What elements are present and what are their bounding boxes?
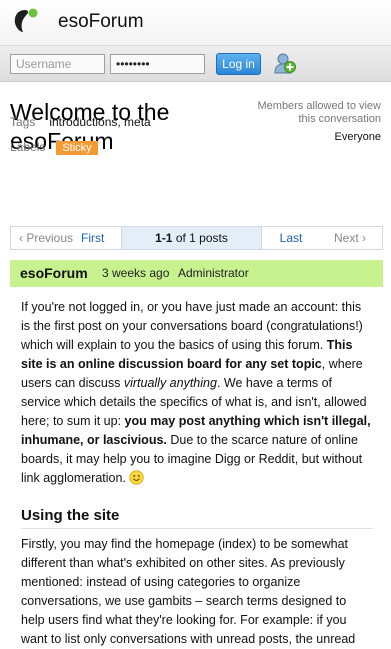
post-header: esoForum 3 weeks ago Administrator (10, 260, 383, 287)
post-paragraph: If you're not logged in, or you have jus… (21, 300, 371, 485)
password-input[interactable] (110, 54, 205, 74)
post-body: If you're not logged in, or you have jus… (21, 298, 373, 649)
members-allowed-label: Members allowed to view this conversatio… (257, 100, 382, 125)
pagination: ‹ Previous First 1-1 of 1 posts Last Nex… (10, 226, 383, 250)
login-button[interactable]: Log in (216, 53, 261, 75)
esoforum-logo-icon[interactable] (11, 6, 41, 36)
next-page-link[interactable]: Next › (320, 227, 380, 249)
tags-label: Tags (10, 115, 36, 129)
site-header: esoForum (0, 0, 391, 46)
last-page-link[interactable]: Last (262, 227, 320, 249)
previous-page-link[interactable]: ‹ Previous (11, 227, 81, 249)
first-page-link[interactable]: First (81, 227, 121, 249)
labels-row: Labels Sticky (10, 140, 98, 155)
site-title[interactable]: esoForum (58, 11, 144, 33)
post-paragraph: Firstly, you may find the homepage (inde… (21, 537, 356, 646)
post-time[interactable]: 3 weeks ago (102, 260, 169, 287)
post-author-role: Administrator (178, 266, 249, 280)
post-author[interactable]: esoForum (20, 260, 88, 287)
members-allowed-value[interactable]: Everyone (335, 131, 381, 143)
login-bar: Log in (0, 46, 391, 82)
labels-label: Labels (10, 140, 46, 154)
username-input[interactable] (10, 54, 105, 74)
total-posts: of 1 posts (175, 231, 228, 245)
section-heading: Using the site (21, 506, 373, 529)
tags-value[interactable]: introductions, meta (49, 115, 150, 129)
current-page-range: 1-1 (155, 231, 173, 245)
tags-row: Tags introductions, meta (10, 115, 151, 129)
add-member-icon[interactable] (273, 51, 297, 75)
sticky-badge: Sticky (56, 141, 98, 155)
current-page-indicator: 1-1 of 1 posts (121, 227, 262, 249)
smiley-icon (129, 470, 144, 485)
